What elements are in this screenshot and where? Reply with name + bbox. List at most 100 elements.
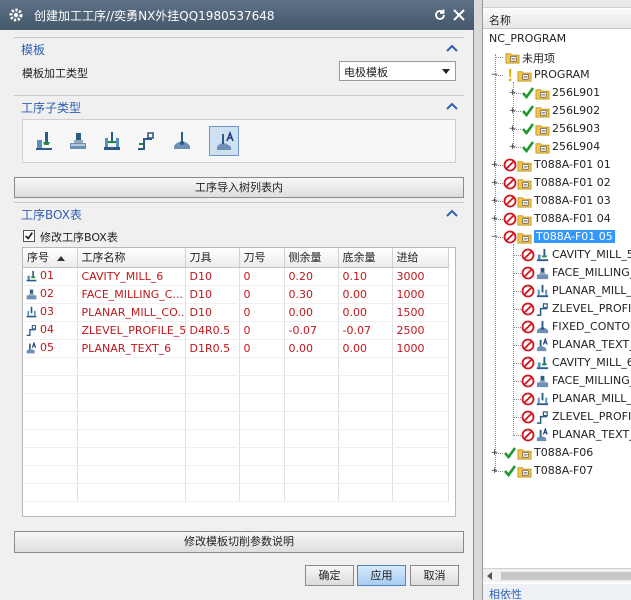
empty-table-row xyxy=(23,429,449,448)
tree-node[interactable]: PLANAR_TEXT_5 xyxy=(483,336,631,354)
column-header-feed[interactable]: 进给 xyxy=(392,248,449,268)
collapse-icon[interactable]: − xyxy=(490,71,499,80)
section-box-header[interactable]: 工序BOX表 xyxy=(14,202,464,224)
template-type-label: 模板加工类型 xyxy=(22,67,88,80)
chevron-up-icon[interactable] xyxy=(446,209,458,217)
dependencies-panel-header[interactable]: 相依性 xyxy=(483,584,631,600)
cell-feed: 3000 xyxy=(392,267,449,286)
cancel-button[interactable]: 取消 xyxy=(410,565,459,586)
expand-icon[interactable]: + xyxy=(490,161,499,170)
column-header-side-stock[interactable]: 侧余量 xyxy=(284,248,339,268)
tree-node[interactable]: +256L902 xyxy=(483,102,631,120)
scroll-left-icon[interactable] xyxy=(487,572,492,580)
tree-node[interactable]: + T088A-F06 xyxy=(483,444,631,462)
modify-box-label[interactable]: 修改工序BOX表 xyxy=(40,229,118,245)
tree-connector xyxy=(513,381,521,382)
reset-icon[interactable] xyxy=(433,8,447,22)
chevron-up-icon[interactable] xyxy=(446,102,458,110)
ok-button[interactable]: 确定 xyxy=(305,565,354,586)
collapse-icon[interactable]: − xyxy=(490,233,499,242)
expand-icon[interactable]: + xyxy=(508,89,517,98)
zlevel-profile-icon xyxy=(536,303,548,316)
subtype-planar-text-button[interactable] xyxy=(209,126,239,156)
tree-node[interactable]: CAVITY_MILL_6 xyxy=(483,354,631,372)
tree-node-label: T088A-F01 01 xyxy=(534,158,611,171)
tree-node[interactable]: PLANAR_MILL_C xyxy=(483,282,631,300)
tree-node[interactable]: 未用项 xyxy=(483,48,631,66)
tree-node[interactable]: ZLEVEL_PROFILE xyxy=(483,300,631,318)
column-header-tool-no[interactable]: 刀号 xyxy=(239,248,285,268)
tree-node-label: CAVITY_MILL_6 xyxy=(552,356,631,369)
expand-icon[interactable]: + xyxy=(490,179,499,188)
section-subtype-header[interactable]: 工序子类型 xyxy=(14,95,464,117)
scrollbar-thumb[interactable] xyxy=(501,572,631,580)
subtype-zlevel-profile-button[interactable] xyxy=(131,126,161,156)
chevron-up-icon[interactable] xyxy=(446,44,458,52)
tree-node[interactable]: + T088A-F01 04 xyxy=(483,210,631,228)
expand-icon[interactable]: + xyxy=(490,449,499,458)
tree-root[interactable]: NC_PROGRAM xyxy=(483,30,631,48)
tree-node[interactable]: − T088A-F01 05 xyxy=(483,228,631,246)
folder-icon xyxy=(535,125,550,136)
tree-node[interactable]: +256L904 xyxy=(483,138,631,156)
regenerate-needed-icon xyxy=(521,248,535,262)
column-header-tool[interactable]: 刀具 xyxy=(185,248,240,268)
tree-node[interactable]: FIXED_CONTOU xyxy=(483,318,631,336)
tree-node[interactable]: PLANAR_MILL_C xyxy=(483,390,631,408)
close-icon[interactable] xyxy=(452,8,466,22)
table-row[interactable]: 01 CAVITY_MILL_6 D10 0 0.20 0.10 3000 xyxy=(23,267,449,286)
expand-icon[interactable]: + xyxy=(490,215,499,224)
tree-node[interactable]: + T088A-F01 03 xyxy=(483,192,631,210)
tree-node[interactable]: CAVITY_MILL_5 xyxy=(483,246,631,264)
expand-icon[interactable]: + xyxy=(490,467,499,476)
horizontal-scrollbar[interactable] xyxy=(483,568,631,582)
dependencies-label: 相依性 xyxy=(489,588,522,600)
table-row[interactable]: 03 PLANAR_MILL_CO... D10 0 0.00 0.00 1500 xyxy=(23,303,449,322)
tree-node-label: 未用项 xyxy=(522,52,555,65)
expand-icon[interactable]: + xyxy=(508,143,517,152)
subtype-face-milling-button[interactable] xyxy=(63,126,93,156)
expand-icon[interactable]: + xyxy=(490,197,499,206)
expand-icon[interactable]: + xyxy=(508,107,517,116)
subtype-fixed-contour-button[interactable] xyxy=(167,126,197,156)
cell-floor-stock: -0.07 xyxy=(338,321,393,340)
column-header-no[interactable]: 序号 xyxy=(23,248,78,268)
import-to-tree-button[interactable]: 工序导入树列表内 xyxy=(14,177,464,198)
tree-node[interactable]: ZLEVEL_PROFIL xyxy=(483,408,631,426)
table-row[interactable]: 02 FACE_MILLING_C... D10 0 0.30 0.00 1000 xyxy=(23,285,449,304)
subtype-cavity-mill-button[interactable] xyxy=(29,126,59,156)
tree-node[interactable]: FACE_MILLING_ xyxy=(483,264,631,282)
gear-icon xyxy=(9,8,23,22)
template-type-select[interactable]: 电极模板 xyxy=(339,61,456,81)
cavity-mill-icon xyxy=(36,132,52,150)
table-row[interactable]: 04 ZLEVEL_PROFILE_5 D4R0.5 0 -0.07 -0.07 2500 xyxy=(23,321,449,340)
modify-cut-params-button[interactable]: 修改模板切削参数说明 xyxy=(14,531,464,553)
tree-node[interactable]: +256L903 xyxy=(483,120,631,138)
tree-node[interactable]: + T088A-F01 01 xyxy=(483,156,631,174)
cell-side-stock: 0.20 xyxy=(284,267,339,286)
tree-node[interactable]: PLANAR_TEXT_6 xyxy=(483,426,631,444)
expand-icon[interactable]: + xyxy=(508,125,517,134)
section-template-header[interactable]: 模板 xyxy=(14,37,464,59)
dialog-titlebar[interactable]: 创建加工工序//奕勇NX外挂QQ1980537648 xyxy=(0,0,474,30)
subtype-planar-mill-button[interactable] xyxy=(97,126,127,156)
cell-tool: D10 xyxy=(185,303,240,322)
apply-button[interactable]: 应用 xyxy=(357,565,406,586)
column-header-floor-stock[interactable]: 底余量 xyxy=(338,248,393,268)
column-header-name[interactable]: 工序名称 xyxy=(77,248,186,268)
tree-root-label: NC_PROGRAM xyxy=(489,32,567,45)
regenerate-needed-icon xyxy=(521,284,535,298)
tree-node-label: ZLEVEL_PROFILE xyxy=(552,302,631,315)
modify-box-checkbox[interactable] xyxy=(23,230,35,242)
tree-node[interactable]: + T088A-F07 xyxy=(483,462,631,480)
zlevel-profile-icon xyxy=(536,411,548,424)
tree-node[interactable]: + T088A-F01 02 xyxy=(483,174,631,192)
checkmark-icon xyxy=(522,87,535,100)
tree-node[interactable]: +256L901 xyxy=(483,84,631,102)
navigator-column-header[interactable]: 名称 xyxy=(483,9,631,29)
tree-node[interactable]: − PROGRAM xyxy=(483,66,631,84)
cell-tool: D10 xyxy=(185,267,240,286)
cavity-mill-icon xyxy=(26,270,37,282)
tree-node[interactable]: FACE_MILLING_ xyxy=(483,372,631,390)
table-row[interactable]: 05 PLANAR_TEXT_6 D1R0.5 0 0.00 0.00 1000 xyxy=(23,339,449,358)
